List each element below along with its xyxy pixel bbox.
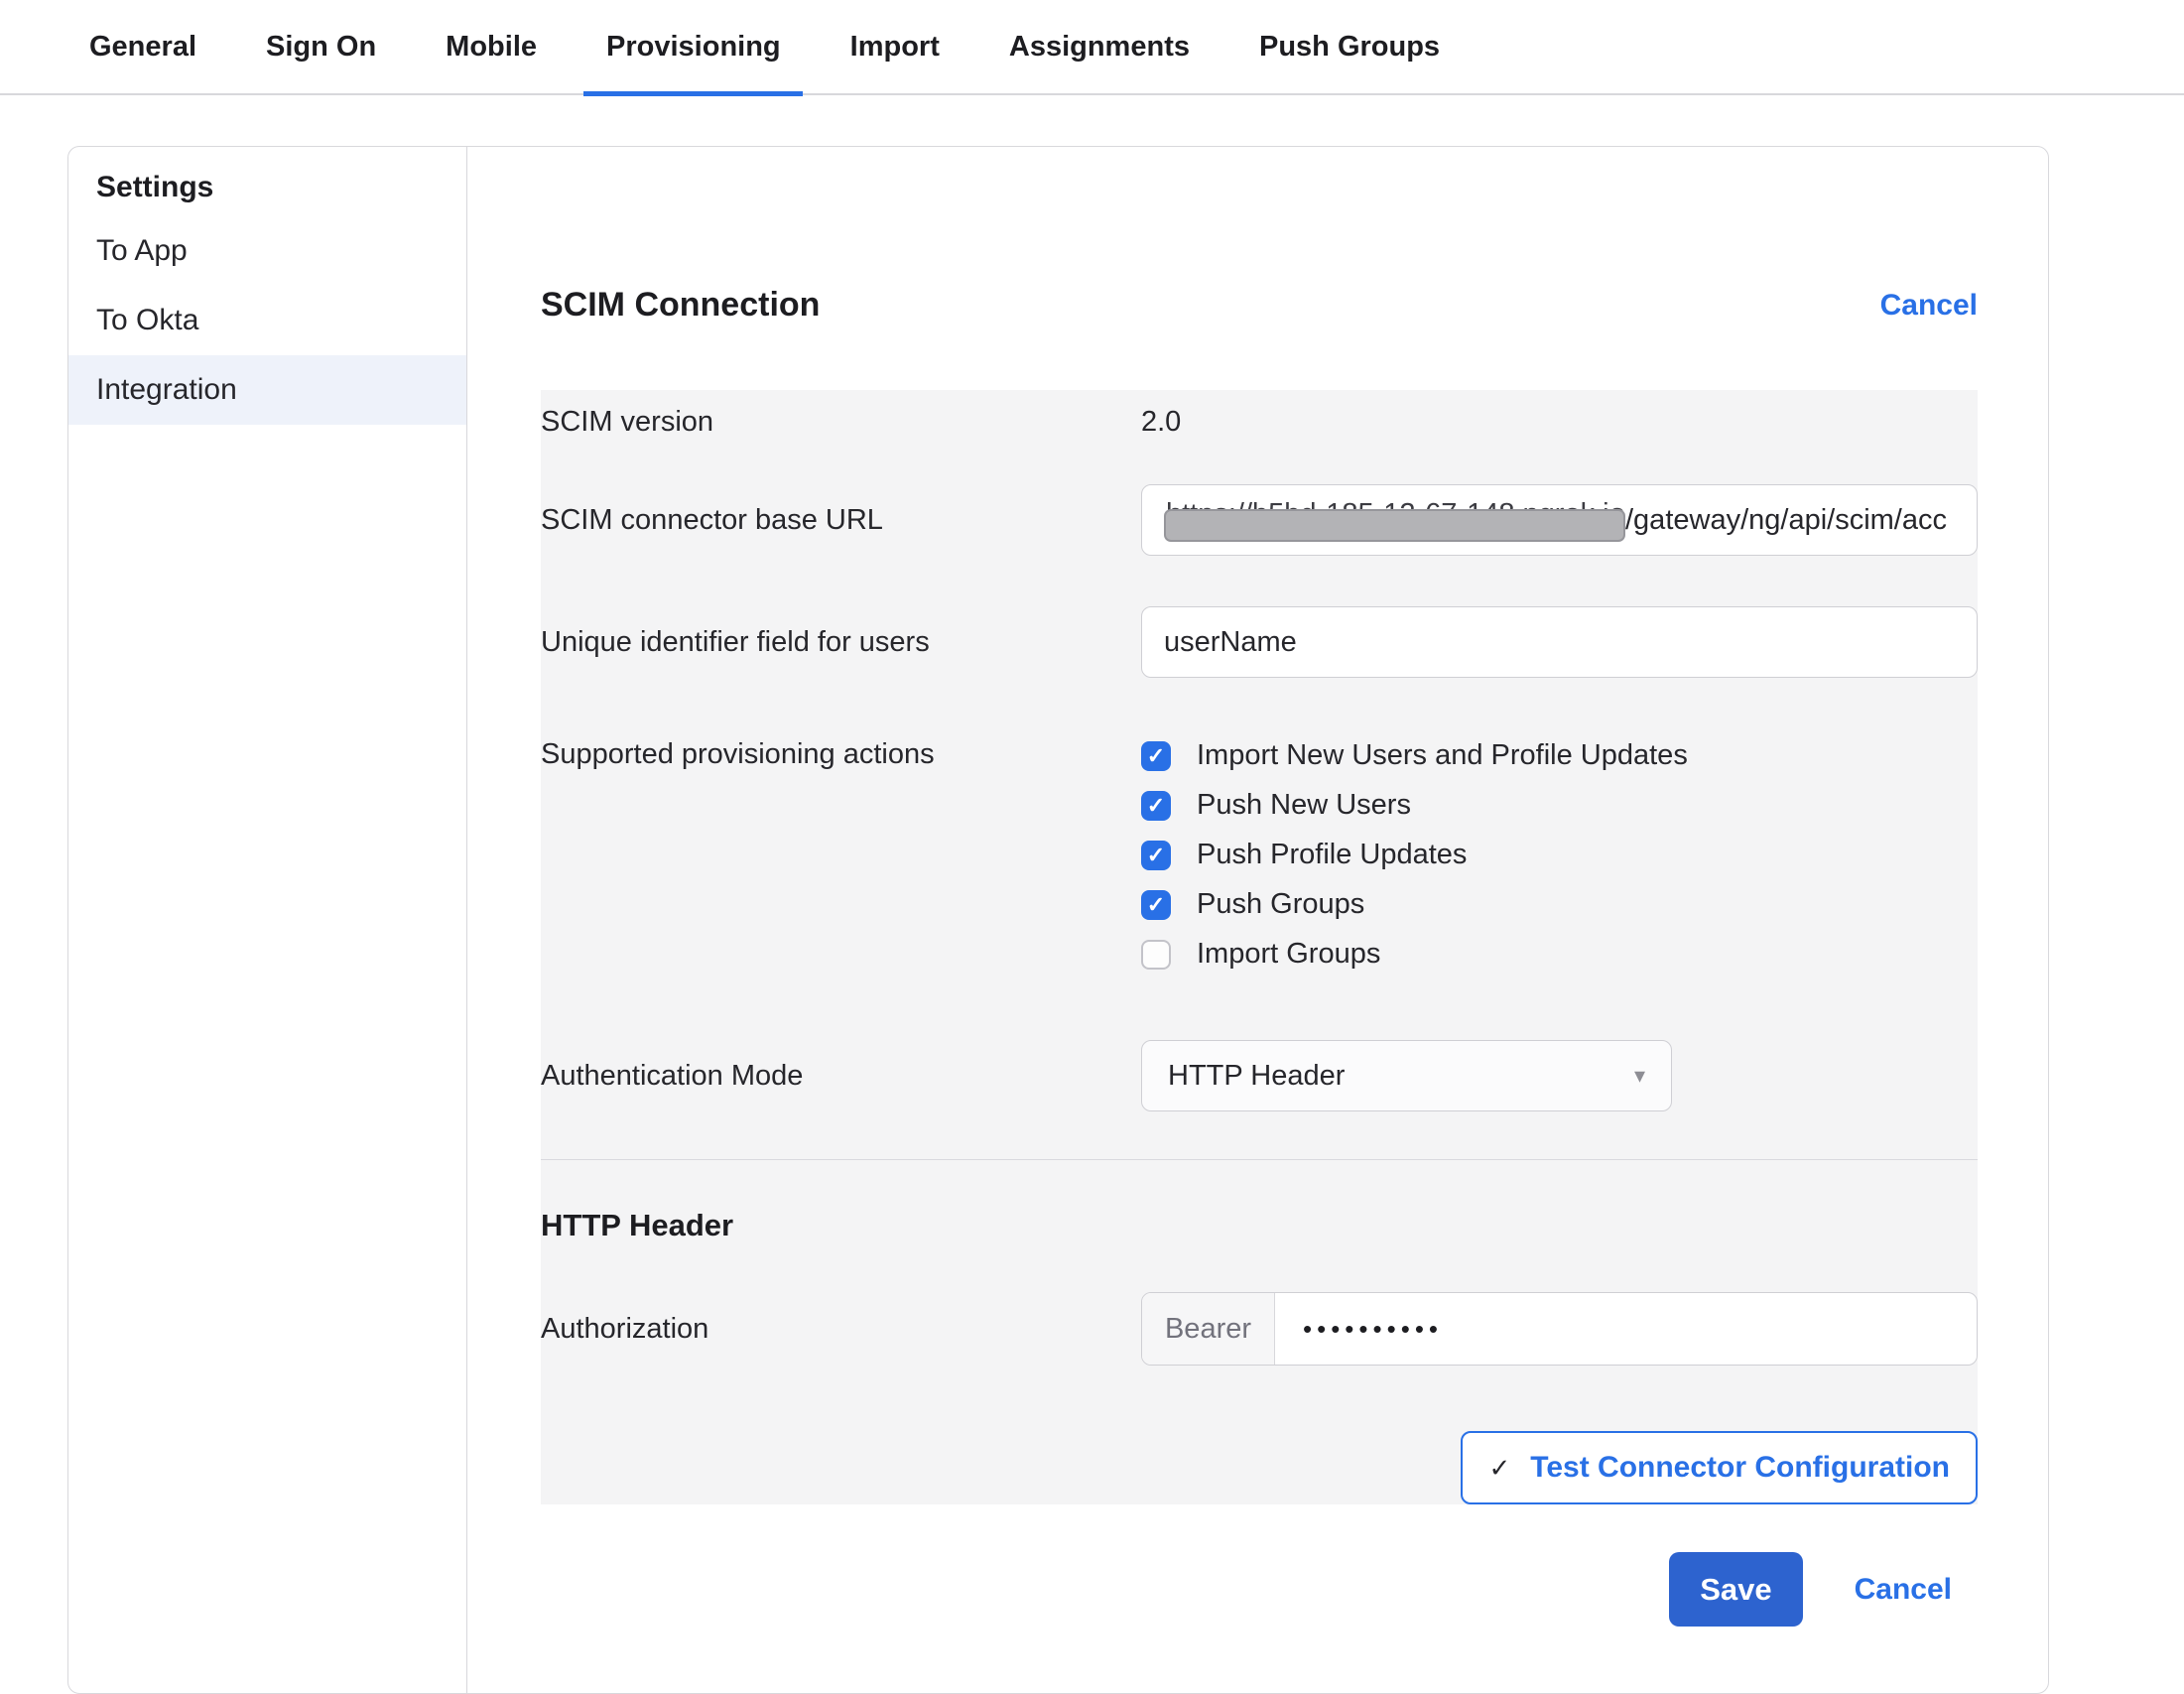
check-icon: ✓ [1147, 795, 1165, 817]
tab-provisioning[interactable]: Provisioning [606, 0, 781, 94]
sidebar-item-to-okta[interactable]: To Okta [68, 286, 466, 355]
check-icon: ✓ [1147, 845, 1165, 866]
base-url-label: SCIM connector base URL [541, 504, 1141, 537]
tab-general[interactable]: General [89, 0, 196, 94]
scim-version-label: SCIM version [541, 402, 1141, 443]
page-title: SCIM Connection [541, 286, 820, 325]
sidebar-item-integration[interactable]: Integration [68, 355, 466, 425]
bearer-prefix: Bearer [1142, 1293, 1275, 1365]
visible-url-tail: /gateway/ng/api/scim/acc [1625, 504, 1947, 537]
check-row-push-new-users: ✓ Push New Users [1141, 789, 1978, 822]
scim-version-row: SCIM version 2.0 [541, 390, 1978, 443]
check-row-import-groups: Import Groups [1141, 938, 1978, 971]
auth-mode-value: HTTP Header [1168, 1060, 1345, 1093]
scim-base-url-input[interactable]: https://b5bd-185-12-67-148.ngrok.io /gat… [1141, 484, 1978, 556]
test-connector-row: ✓ Test Connector Configuration [541, 1431, 1978, 1504]
test-connector-button[interactable]: ✓ Test Connector Configuration [1461, 1431, 1978, 1504]
check-icon: ✓ [1147, 745, 1165, 767]
unique-identifier-label: Unique identifier field for users [541, 626, 1141, 659]
form-footer: Save Cancel [541, 1552, 1978, 1627]
cancel-link-top[interactable]: Cancel [1880, 289, 1978, 323]
sidebar-item-to-app[interactable]: To App [68, 216, 466, 286]
checkbox-push-new-users[interactable]: ✓ [1141, 791, 1171, 821]
auth-mode-select[interactable]: HTTP Header ▾ [1141, 1040, 1672, 1111]
check-icon: ✓ [1488, 1453, 1510, 1484]
scim-form-panel: SCIM version 2.0 SCIM connector base URL… [541, 390, 1978, 1504]
auth-mode-label: Authentication Mode [541, 1060, 1141, 1093]
provisioning-actions-label: Supported provisioning actions [541, 739, 1141, 769]
unique-identifier-row: Unique identifier field for users userNa… [541, 606, 1978, 678]
sidebar-heading: Settings [68, 147, 466, 216]
cancel-link-bottom[interactable]: Cancel [1855, 1573, 1952, 1607]
settings-sidebar: Settings To App To Okta Integration [68, 147, 467, 1693]
authorization-input-group: Bearer •••••••••• [1141, 1292, 1978, 1366]
chevron-down-icon: ▾ [1634, 1063, 1645, 1089]
tab-sign-on[interactable]: Sign On [266, 0, 376, 94]
http-header-section-heading: HTTP Header [541, 1206, 1978, 1245]
tab-push-groups[interactable]: Push Groups [1259, 0, 1440, 94]
main-header: SCIM Connection Cancel [541, 286, 1978, 325]
redaction-sticker [1164, 509, 1625, 542]
save-button[interactable]: Save [1669, 1552, 1802, 1627]
provisioning-actions-row: Supported provisioning actions ✓ Import … [541, 739, 1978, 971]
test-connector-label: Test Connector Configuration [1530, 1451, 1950, 1485]
app-tabbar: General Sign On Mobile Provisioning Impo… [0, 0, 2184, 95]
base-url-row: SCIM connector base URL https://b5bd-185… [541, 484, 1978, 556]
check-row-push-groups: ✓ Push Groups [1141, 888, 1978, 921]
checkbox-import-new-users[interactable]: ✓ [1141, 741, 1171, 771]
tab-mobile[interactable]: Mobile [446, 0, 537, 94]
checkbox-import-groups[interactable] [1141, 940, 1171, 970]
check-icon: ✓ [1147, 894, 1165, 916]
provisioning-actions-checklist: ✓ Import New Users and Profile Updates ✓… [1141, 739, 1978, 971]
scim-version-value: 2.0 [1141, 402, 1978, 443]
tab-import[interactable]: Import [850, 0, 940, 94]
authorization-row: Authorization Bearer •••••••••• [541, 1292, 1978, 1366]
checkbox-push-groups[interactable]: ✓ [1141, 890, 1171, 920]
check-row-import-new-users: ✓ Import New Users and Profile Updates [1141, 739, 1978, 772]
main-content: SCIM Connection Cancel SCIM version 2.0 … [467, 147, 2048, 1693]
authorization-token-input[interactable]: •••••••••• [1275, 1293, 1443, 1365]
unique-identifier-value: userName [1164, 626, 1297, 659]
authorization-label: Authorization [541, 1313, 1141, 1346]
redacted-url-segment: https://b5bd-185-12-67-148.ngrok.io [1164, 496, 1625, 544]
auth-mode-row: Authentication Mode HTTP Header ▾ [541, 1040, 1978, 1111]
checkbox-push-profile-updates[interactable]: ✓ [1141, 841, 1171, 870]
check-row-push-profile-updates: ✓ Push Profile Updates [1141, 839, 1978, 871]
tab-assignments[interactable]: Assignments [1009, 0, 1190, 94]
section-divider [541, 1159, 1978, 1160]
provisioning-settings-card: Settings To App To Okta Integration SCIM… [67, 146, 2049, 1694]
unique-identifier-input[interactable]: userName [1141, 606, 1978, 678]
